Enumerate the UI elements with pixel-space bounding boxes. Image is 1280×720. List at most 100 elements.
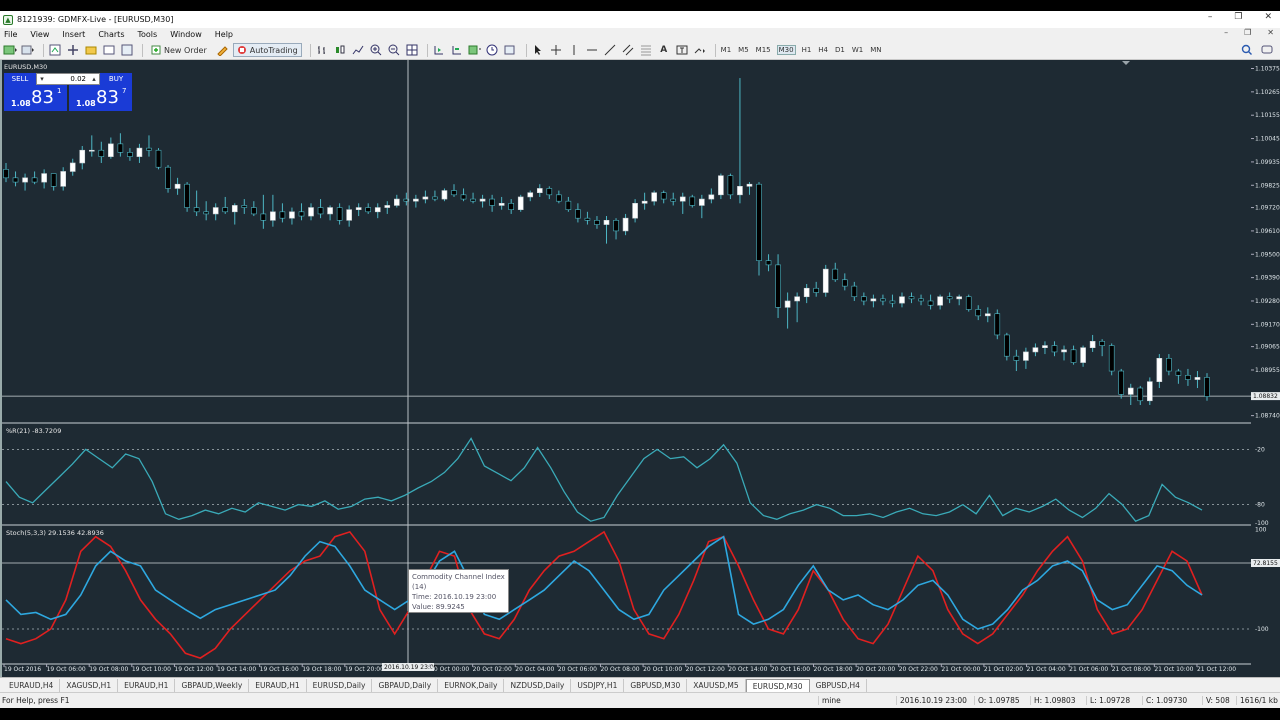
tab-gbpaud-weekly[interactable]: GBPAUD,Weekly — [175, 678, 250, 692]
minimize-button[interactable]: – — [1208, 12, 1213, 22]
menu-insert[interactable]: Insert — [62, 30, 85, 39]
tab-euraud-h1-2[interactable]: EURAUD,H1 — [249, 678, 307, 692]
templates-icon[interactable] — [504, 43, 518, 57]
text-icon[interactable]: A — [657, 43, 671, 57]
arrows-icon[interactable] — [693, 43, 707, 57]
autotrading-button[interactable]: AutoTrading — [232, 43, 302, 57]
timeframe-w1[interactable]: W1 — [851, 46, 864, 54]
lot-size-field[interactable]: ▾ 0.02 ▴ — [36, 73, 100, 85]
maximize-button[interactable]: ❐ — [1234, 12, 1242, 22]
tab-xagusd-h1[interactable]: XAGUSD,H1 — [60, 678, 119, 692]
zoom-in-icon[interactable] — [369, 43, 383, 57]
lot-increase-icon[interactable]: ▴ — [89, 75, 99, 83]
timeframe-mn[interactable]: MN — [869, 46, 882, 54]
new-order-button[interactable]: New Order — [147, 43, 211, 57]
candle-body — [479, 198, 486, 202]
timeframe-m30[interactable]: M30 — [776, 45, 796, 55]
line-chart-icon[interactable] — [351, 43, 365, 57]
tab-nzdusd-daily[interactable]: NZDUSD,Daily — [504, 678, 572, 692]
timeframe-m5[interactable]: M5 — [737, 46, 750, 54]
candle-body — [31, 177, 38, 183]
metaeditor-icon[interactable] — [215, 43, 229, 57]
timeframe-m1[interactable]: M1 — [720, 46, 733, 54]
new-chart-icon[interactable] — [3, 43, 17, 57]
menu-tools[interactable]: Tools — [137, 30, 157, 39]
indicators-icon[interactable] — [468, 43, 482, 57]
tile-windows-icon[interactable] — [405, 43, 419, 57]
tab-euraud-h1[interactable]: EURAUD,H1 — [118, 678, 176, 692]
child-restore-button[interactable]: ❐ — [1244, 28, 1251, 37]
buy-price[interactable]: 1.08 83 7 — [69, 85, 132, 111]
candle — [908, 292, 915, 304]
child-minimize-button[interactable]: – — [1224, 28, 1228, 37]
candle-body — [946, 296, 953, 300]
candlestick-icon[interactable] — [333, 43, 347, 57]
price-scale[interactable]: 1.10375 1.10265 1.10155 1.10045 1.09935 1.098… — [1251, 60, 1280, 677]
fibonacci-icon[interactable] — [639, 43, 653, 57]
terminal-icon[interactable] — [102, 43, 116, 57]
candle-body — [699, 198, 705, 206]
sell-button[interactable]: SELL — [4, 73, 36, 85]
timeframe-d1[interactable]: D1 — [834, 46, 846, 54]
tab-xauusd-m5[interactable]: XAUUSD,M5 — [687, 678, 746, 692]
search-icon[interactable] — [1240, 43, 1254, 57]
horizontal-line-icon[interactable] — [585, 43, 599, 57]
time-axis-label: 20 Oct 04:00 — [515, 666, 554, 673]
bar-chart-icon[interactable] — [315, 43, 329, 57]
lot-size-value[interactable]: 0.02 — [47, 75, 89, 83]
chart-shift-icon[interactable] — [432, 43, 446, 57]
buy-button[interactable]: BUY — [100, 73, 132, 85]
candle — [718, 173, 724, 200]
close-button[interactable]: ✕ — [1264, 12, 1272, 22]
menu-window[interactable]: Window — [170, 30, 202, 39]
candle — [1156, 354, 1163, 389]
candle-body — [517, 196, 524, 210]
periods-icon[interactable] — [486, 43, 500, 57]
market-watch-icon[interactable] — [48, 43, 62, 57]
strategy-tester-icon[interactable] — [120, 43, 134, 57]
chat-icon[interactable] — [1260, 43, 1274, 57]
channel-icon[interactable] — [621, 43, 635, 57]
candle-body — [1194, 377, 1201, 380]
tab-eurusd-daily[interactable]: EURUSD,Daily — [307, 678, 373, 692]
tab-euraud-h4[interactable]: EURAUD,H4 — [3, 678, 61, 692]
menu-file[interactable]: File — [4, 30, 17, 39]
autoscroll-icon[interactable] — [450, 43, 464, 57]
navigator-icon[interactable] — [84, 43, 98, 57]
tab-eurusd-m30[interactable]: EURUSD,M30 — [745, 678, 810, 692]
tab-usdjpy-h1[interactable]: USDJPY,H1 — [571, 678, 625, 692]
timeframe-h4[interactable]: H4 — [817, 46, 829, 54]
child-close-button[interactable]: ✕ — [1267, 28, 1274, 37]
tab-gbpusd-m30[interactable]: GBPUSD,M30 — [624, 678, 688, 692]
menu-help[interactable]: Help — [215, 30, 233, 39]
crosshair-icon[interactable] — [549, 43, 563, 57]
tooltip-title: Commodity Channel Index — [412, 573, 505, 581]
status-profile[interactable]: mine — [818, 696, 896, 705]
profiles-icon[interactable] — [21, 43, 35, 57]
chart-window[interactable]: %R(21) -83.7209 Stoch(5,3,3) 29.1536 42.8… — [0, 60, 1251, 677]
candle — [1070, 345, 1077, 365]
candle-body — [1004, 334, 1010, 357]
candle — [784, 292, 791, 329]
time-axis-label: 21 Oct 08:00 — [1112, 666, 1151, 673]
candle — [108, 137, 114, 159]
tab-eurnok-daily[interactable]: EURNOK,Daily — [438, 678, 505, 692]
trendline-icon[interactable] — [603, 43, 617, 57]
menu-charts[interactable]: Charts — [98, 30, 124, 39]
sell-price[interactable]: 1.08 83 1 — [4, 85, 67, 111]
timeframe-h1[interactable]: H1 — [801, 46, 813, 54]
menu-view[interactable]: View — [30, 30, 49, 39]
one-click-trading-panel: SELL ▾ 0.02 ▴ BUY 1.08 83 1 1.08 83 7 — [4, 73, 132, 111]
timeframe-m15[interactable]: M15 — [755, 46, 772, 54]
vertical-line-icon[interactable] — [567, 43, 581, 57]
chart-canvas[interactable]: %R(21) -83.7209 Stoch(5,3,3) 29.1536 42.8… — [2, 60, 1251, 677]
cursor-icon[interactable] — [531, 43, 545, 57]
tab-gbpusd-h4[interactable]: GBPUSD,H4 — [810, 678, 867, 692]
zoom-out-icon[interactable] — [387, 43, 401, 57]
candle-body — [584, 217, 591, 221]
text-label-icon[interactable] — [675, 43, 689, 57]
data-window-icon[interactable] — [66, 43, 80, 57]
lot-decrease-icon[interactable]: ▾ — [37, 75, 47, 83]
candle-body — [1070, 349, 1077, 363]
tab-gbpaud-daily[interactable]: GBPAUD,Daily — [372, 678, 439, 692]
